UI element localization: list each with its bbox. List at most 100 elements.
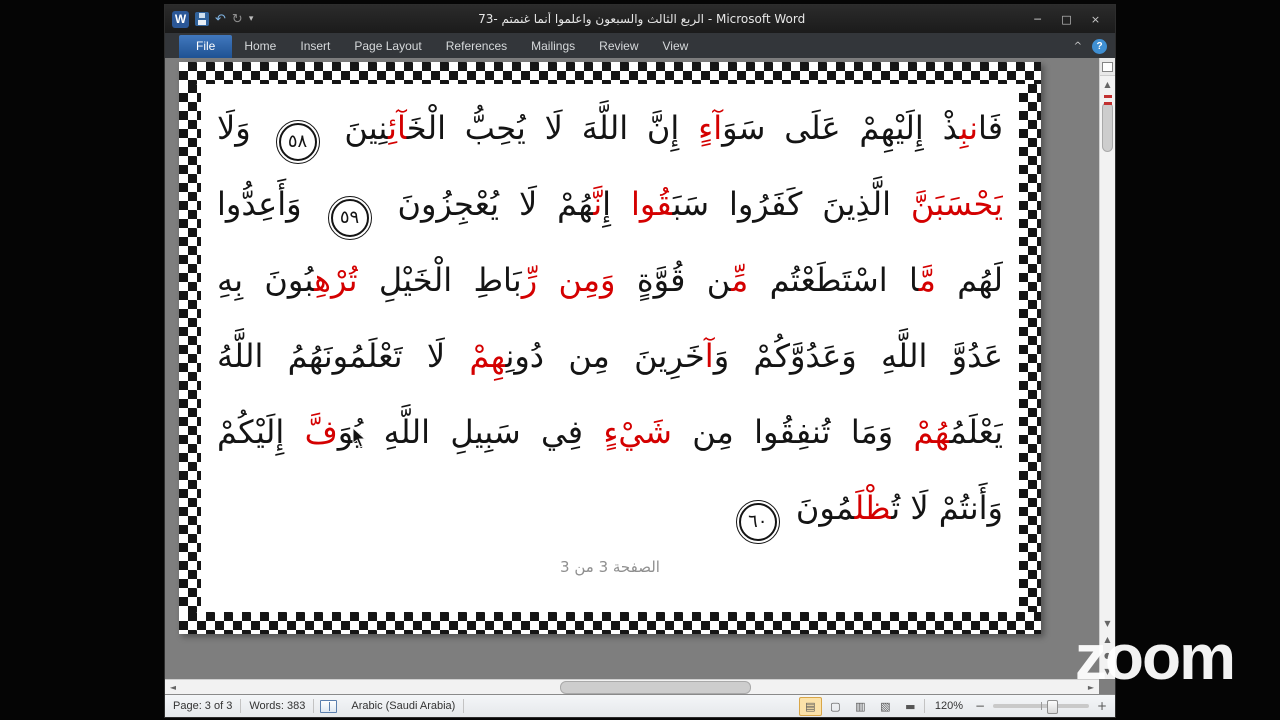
document-area: فَانبِذْ إِلَيْهِمْ عَلَى سَوَآءٍ إِنَّ … <box>165 58 1115 694</box>
quran-line[interactable]: فَانبِذْ إِلَيْهِمْ عَلَى سَوَآءٍ إِنَّ … <box>217 90 1003 166</box>
quran-text-segment: نبِ <box>959 109 978 147</box>
quran-line[interactable]: يَعْلَمُهُمْ وَمَا تُنفِقُوا مِن شَيْءٍ … <box>217 394 1003 470</box>
quran-text-segment: وَمِن رِّ <box>521 261 616 299</box>
tab-references[interactable]: References <box>434 35 519 58</box>
tab-home[interactable]: Home <box>232 35 288 58</box>
quran-text-segment: هُمْ لَا يُعْجِزُونَ <box>377 185 594 223</box>
language-indicator[interactable]: Arabic (Saudi Arabia) <box>343 700 463 712</box>
maximize-button[interactable]: □ <box>1052 9 1081 29</box>
quran-text-segment: إِلَيْكُمْ <box>217 413 305 451</box>
quran-line[interactable]: وَأَنتُمْ لَا تُظْلَمُونَ ٦٠ <box>217 470 1003 546</box>
tab-view[interactable]: View <box>651 35 701 58</box>
quran-text-segment: الَّذِينَ كَفَرُوا سَبَ <box>672 185 911 223</box>
quran-text-segment: بُونَ بِهِ <box>217 261 315 299</box>
quran-text-segment: هُمْ <box>913 413 950 451</box>
redo-icon[interactable]: ↻ <box>232 13 243 26</box>
zoom-out-button[interactable]: − <box>973 699 987 713</box>
proofing-status-icon[interactable] <box>320 699 338 713</box>
screen-share-letterbox: W ↶ ↻ ▾ الربع الثالث والسبعون واعلموا أن… <box>0 0 1280 720</box>
status-separator <box>463 699 465 713</box>
page-number-footer: الصفحة 3 من 3 <box>560 558 660 576</box>
quran-line[interactable]: عَدُوَّ اللَّهِ وَعَدُوَّكُمْ وَآخَرِينَ… <box>217 318 1003 394</box>
minimize-ribbon-icon[interactable]: ^ <box>1074 41 1082 52</box>
quran-text-segment: وَأَنتُمْ لَا تُ <box>891 489 1003 527</box>
quran-text-segment: بَاطِ الْخَيْلِ <box>357 261 522 299</box>
page-content[interactable]: فَانبِذْ إِلَيْهِمْ عَلَى سَوَآءٍ إِنَّ … <box>201 84 1019 612</box>
quran-text-segment: ظْلَ <box>854 489 892 527</box>
quran-line[interactable]: لَهُم مَّا اسْتَطَعْتُم مِّن قُوَّةٍ وَم… <box>217 242 1003 318</box>
page-border-ornament-top <box>179 62 1041 84</box>
horizontal-scroll-thumb[interactable] <box>559 681 752 694</box>
status-separator <box>313 699 315 713</box>
quran-text-segment: آءٍ <box>698 109 723 147</box>
quran-text-segment: إِ <box>602 185 631 223</box>
customize-qat-dropdown-icon[interactable]: ▾ <box>249 14 254 24</box>
view-outline-button[interactable]: ▧ <box>874 697 897 716</box>
zoom-watermark: zoom <box>1074 621 1236 693</box>
quran-text-segment: وَمَا تُنفِقُوا مِن <box>671 413 914 451</box>
quran-text-segment: مُونَ <box>785 489 855 527</box>
quran-text-segment: نَّ <box>593 185 603 223</box>
mouse-cursor-icon <box>352 426 367 454</box>
page-border-ornament-left <box>179 84 201 612</box>
help-icon[interactable]: ? <box>1092 39 1107 54</box>
view-web-layout-button[interactable]: ▥ <box>849 697 872 716</box>
quran-text-segment: مَّ <box>918 261 936 299</box>
ruler-toggle-button[interactable] <box>1100 58 1115 76</box>
window-controls: ─ □ × <box>1023 9 1115 29</box>
horizontal-scrollbar[interactable]: ◄ ► <box>165 679 1099 694</box>
word-count-indicator[interactable]: Words: 383 <box>241 700 313 712</box>
page-indicator[interactable]: Page: 3 of 3 <box>165 700 240 712</box>
quran-text-segment: إِنَّ اللَّهَ لَا يُحِبُّ الْخَ <box>406 109 699 147</box>
quran-text-segment: ن قُوَّةٍ <box>615 261 732 299</box>
tab-file[interactable]: File <box>179 35 233 58</box>
quran-text-segment: مِّ <box>731 261 749 299</box>
save-icon[interactable] <box>195 12 209 26</box>
page-border-ornament-right <box>1019 84 1041 612</box>
ayah-number-badge: ٥٨ <box>275 120 320 164</box>
quran-text-segment: وَلَا <box>217 109 270 147</box>
quran-text-segment: فَا <box>977 109 1003 147</box>
zoom-in-button[interactable]: + <box>1095 699 1109 713</box>
quran-text-segment: عَدُوَّ اللَّهِ وَعَدُوَّكُمْ وَ <box>713 337 1003 375</box>
quran-text-segment: فِي سَبِيلِ اللَّهِ يُوَ <box>337 413 604 451</box>
zoom-slider-thumb[interactable] <box>1046 700 1058 714</box>
view-draft-button[interactable]: ▬ <box>899 697 922 716</box>
view-full-screen-reading-button[interactable]: ▢ <box>824 697 847 716</box>
scroll-left-button[interactable]: ◄ <box>165 683 181 692</box>
quran-text-segment: تُرْهِ <box>314 261 358 299</box>
document-page[interactable]: فَانبِذْ إِلَيْهِمْ عَلَى سَوَآءٍ إِنَّ … <box>179 62 1041 634</box>
quran-text-segment: قُوا <box>630 185 673 223</box>
status-bar-right: ▤ ▢ ▥ ▧ ▬ 120% − + <box>798 696 1115 716</box>
close-button[interactable]: × <box>1081 9 1110 29</box>
tab-review[interactable]: Review <box>587 35 650 58</box>
ribbon-tab-bar: File Home Insert Page Layout References … <box>165 33 1115 58</box>
undo-icon[interactable]: ↶ <box>215 13 226 26</box>
zoom-level-label[interactable]: 120% <box>927 700 971 712</box>
ruler-icon <box>1102 61 1113 72</box>
scroll-up-button[interactable]: ▲ <box>1100 76 1115 92</box>
quran-text-segment: لَا تَعْلَمُونَهُمُ اللَّهُ <box>217 337 470 375</box>
word-window: W ↶ ↻ ▾ الربع الثالث والسبعون واعلموا أن… <box>164 4 1116 718</box>
quran-text-segment: آئِ <box>388 109 407 147</box>
tab-page-layout[interactable]: Page Layout <box>342 35 433 58</box>
view-print-layout-button[interactable]: ▤ <box>798 696 822 716</box>
quran-line[interactable]: يَحْسَبَنَّ الَّذِينَ كَفَرُوا سَبَقُوا … <box>217 166 1003 242</box>
tracked-change-mark <box>1104 95 1112 98</box>
quran-text-segment: آ <box>704 337 714 375</box>
minimize-button[interactable]: ─ <box>1023 9 1052 29</box>
quran-text-segment: يَحْسَبَنَّ <box>910 185 1003 223</box>
vertical-scroll-track[interactable] <box>1100 92 1115 615</box>
tab-insert[interactable]: Insert <box>288 35 342 58</box>
quran-text-segment: ذْ إِلَيْهِمْ عَلَى سَوَ <box>722 109 960 147</box>
vertical-scroll-thumb[interactable] <box>1102 102 1113 152</box>
horizontal-scroll-track[interactable] <box>181 680 1083 694</box>
quran-text-segment: خَرِينَ مِن دُونِ <box>505 337 705 375</box>
quran-text-segment: فَّ <box>304 413 338 451</box>
zoom-slider[interactable] <box>993 700 1089 714</box>
tracked-change-mark <box>1104 102 1112 105</box>
word-logo-icon[interactable]: W <box>172 10 189 28</box>
vertical-scrollbar[interactable]: ▲ ▼ ▲ ● ▼ <box>1099 58 1115 679</box>
tab-mailings[interactable]: Mailings <box>519 35 587 58</box>
window-title: الربع الثالث والسبعون واعلموا أنما غنمتم… <box>478 12 806 26</box>
